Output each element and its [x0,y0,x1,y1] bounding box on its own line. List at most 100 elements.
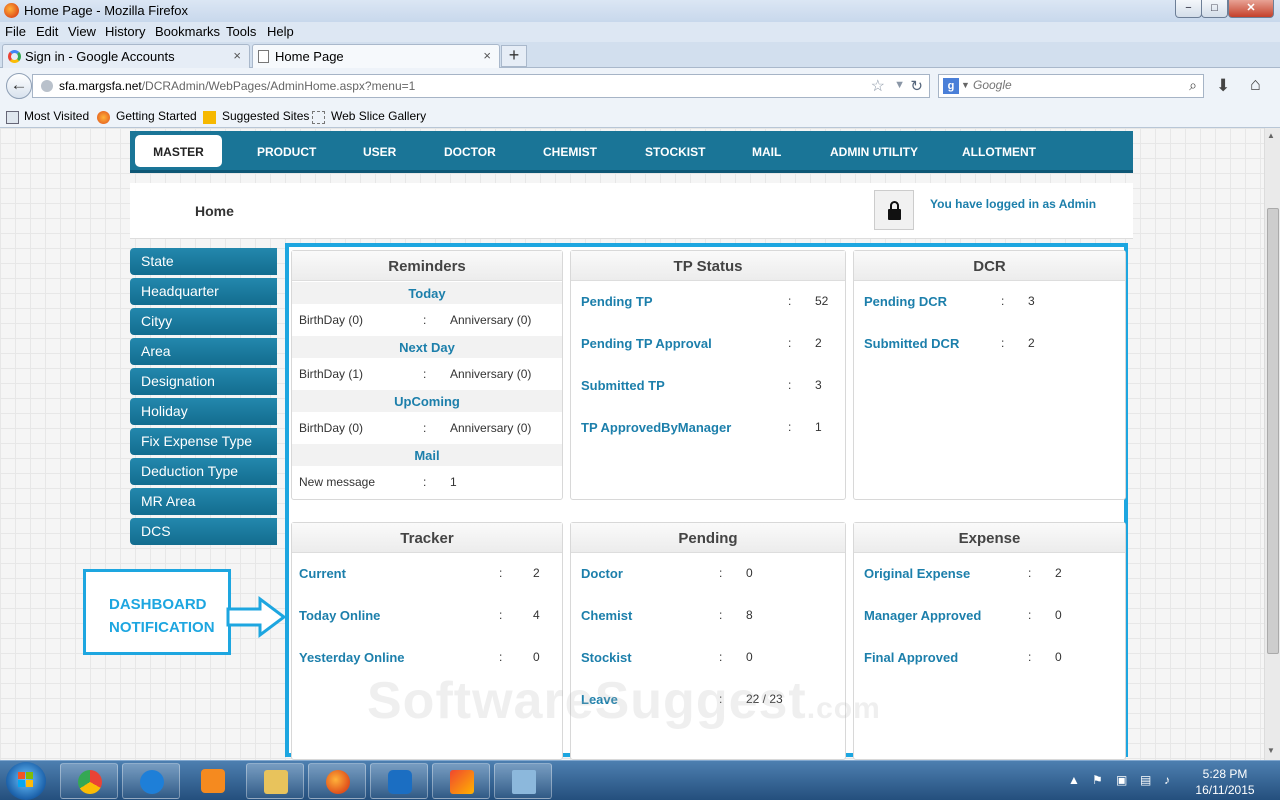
sidebar-item-cityy[interactable]: Cityy [130,308,277,335]
url-text[interactable]: sfa.margsfa.net/DCRAdmin/WebPages/AdminH… [59,79,415,93]
remote-desktop-icon [512,770,536,794]
bookmark-web-slice-gallery[interactable]: Web Slice Gallery [331,109,426,123]
taskbar-firefox[interactable] [308,763,366,799]
yesterday-online-link[interactable]: Yesterday Online [299,650,405,665]
reload-icon[interactable]: ↻ [910,77,923,95]
back-button[interactable]: ← [6,73,32,99]
search-icon[interactable]: ⌕ [1189,77,1197,94]
menu-tools[interactable]: Tools [226,24,256,39]
menu-bookmarks[interactable]: Bookmarks [155,24,220,39]
sidebar-item-holiday[interactable]: Holiday [130,398,277,425]
bookmark-star-icon[interactable]: ☆ [871,76,885,96]
system-clock[interactable]: 5:28 PM 16/11/2015 [1188,766,1262,798]
anniversary-count[interactable]: Anniversary (0) [450,313,531,327]
sidebar-item-headquarter[interactable]: Headquarter [130,278,277,305]
tracker-title: Tracker [292,523,562,553]
pending-tp-approval-link[interactable]: Pending TP Approval [581,336,712,351]
current-link[interactable]: Current [299,566,346,581]
volume-icon[interactable]: ♪ [1164,773,1170,787]
action-center-flag-icon[interactable]: ⚑ [1092,773,1103,787]
bookmark-getting-started[interactable]: Getting Started [116,109,197,123]
sidebar-item-area[interactable]: Area [130,338,277,365]
nav-product[interactable]: PRODUCT [257,145,316,159]
taskbar-media-player[interactable] [184,763,242,799]
nav-user[interactable]: USER [363,145,396,159]
nav-mail[interactable]: MAIL [752,145,781,159]
minimize-button[interactable]: − [1175,0,1202,18]
manager-approved-link[interactable]: Manager Approved [864,608,981,623]
start-button[interactable] [6,762,46,800]
chemist-link[interactable]: Chemist [581,608,632,623]
scroll-up-icon[interactable]: ▲ [1267,131,1275,140]
bookmark-most-visited[interactable]: Most Visited [24,109,89,123]
maximize-button[interactable]: □ [1201,0,1228,18]
menu-edit[interactable]: Edit [36,24,58,39]
nav-admin-utility[interactable]: ADMIN UTILITY [830,145,918,159]
nav-stockist[interactable]: STOCKIST [645,145,705,159]
submitted-tp-link[interactable]: Submitted TP [581,378,665,393]
nav-chemist[interactable]: CHEMIST [543,145,597,159]
tray-expand-icon[interactable]: ▲ [1068,773,1080,787]
search-input[interactable] [973,78,1163,92]
page-viewport: MASTER PRODUCT USER DOCTOR CHEMIST STOCK… [0,128,1264,760]
birthday-count[interactable]: BirthDay (0) [299,313,363,327]
nav-master[interactable]: MASTER [135,135,222,167]
vertical-scrollbar[interactable]: ▲ ▼ [1264,128,1280,760]
search-box[interactable]: g ▼ ⌕ [938,74,1204,98]
taskbar-remote-desktop[interactable] [494,763,552,799]
taskbar-chrome[interactable] [60,763,118,799]
bookmark-suggested-sites[interactable]: Suggested Sites [222,109,309,123]
submitted-dcr-link[interactable]: Submitted DCR [864,336,959,351]
reminders-mail-heading: Mail [292,444,562,466]
menu-history[interactable]: History [105,24,145,39]
new-tab-button[interactable]: + [501,45,527,67]
sidebar-item-fix-expense-type[interactable]: Fix Expense Type [130,428,277,455]
close-window-button[interactable]: ✕ [1228,0,1274,18]
birthday-count[interactable]: BirthDay (0) [299,421,363,435]
nav-doctor[interactable]: DOCTOR [444,145,496,159]
address-bar[interactable]: sfa.margsfa.net/DCRAdmin/WebPages/AdminH… [32,74,930,98]
new-message-label[interactable]: New message [299,475,375,489]
dcr-panel: DCR Pending DCR : 3 Submitted DCR : 2 [853,250,1126,500]
home-icon[interactable]: ⌂ [1250,74,1261,95]
menu-file[interactable]: File [5,24,26,39]
taskbar-internet-explorer[interactable] [122,763,180,799]
nav-allotment[interactable]: ALLOTMENT [962,145,1036,159]
original-expense-link[interactable]: Original Expense [864,566,970,581]
tab-home-page[interactable]: Home Page × [252,44,500,68]
stockist-link[interactable]: Stockist [581,650,632,665]
network-icon[interactable]: ▤ [1140,773,1151,787]
tab-google-accounts[interactable]: Sign in - Google Accounts × [2,44,250,68]
scrollbar-thumb[interactable] [1267,208,1279,654]
sidebar-item-designation[interactable]: Designation [130,368,277,395]
sidebar-item-state[interactable]: State [130,248,277,275]
doctor-link[interactable]: Doctor [581,566,623,581]
close-tab-icon[interactable]: × [233,48,241,63]
today-online-link[interactable]: Today Online [299,608,380,623]
sidebar-item-mr-area[interactable]: MR Area [130,488,277,515]
anniversary-count[interactable]: Anniversary (0) [450,421,531,435]
url-dropdown-icon[interactable]: ▼ [894,79,905,91]
teamviewer-icon [388,770,412,794]
sidebar-item-deduction-type[interactable]: Deduction Type [130,458,277,485]
menu-help[interactable]: Help [267,24,294,39]
anniversary-count[interactable]: Anniversary (0) [450,367,531,381]
sidebar-item-dcs[interactable]: DCS [130,518,277,545]
close-tab-icon[interactable]: × [483,48,491,63]
pending-tp-link[interactable]: Pending TP [581,294,653,309]
scroll-down-icon[interactable]: ▼ [1267,746,1275,755]
tp-status-panel: TP Status Pending TP : 52 Pending TP App… [570,250,846,500]
download-icon[interactable]: ⬇ [1216,76,1230,96]
logout-button[interactable] [874,190,914,230]
birthday-count[interactable]: BirthDay (1) [299,367,363,381]
taskbar-teamviewer[interactable] [370,763,428,799]
taskbar-marg-app[interactable] [432,763,490,799]
tp-approved-by-manager-link[interactable]: TP ApprovedByManager [581,420,731,435]
search-engine-dropdown-icon[interactable]: ▼ [961,80,970,90]
tray-app-icon[interactable]: ▣ [1116,773,1127,787]
pending-dcr-link[interactable]: Pending DCR [864,294,947,309]
google-search-engine-icon[interactable]: g [943,78,959,94]
final-approved-link[interactable]: Final Approved [864,650,958,665]
menu-view[interactable]: View [68,24,96,39]
taskbar-file-explorer[interactable] [246,763,304,799]
